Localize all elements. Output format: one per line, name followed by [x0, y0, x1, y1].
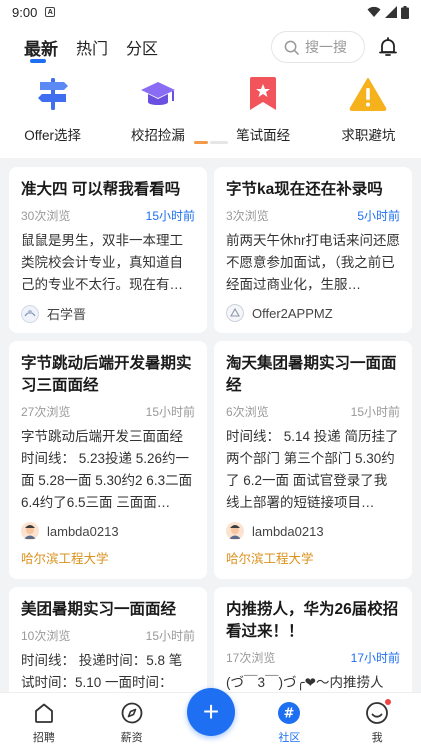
post-meta: 30次浏览 15小时前: [21, 207, 195, 224]
post-time: 15小时前: [145, 629, 195, 643]
tab-sections[interactable]: 分区: [126, 35, 158, 59]
post-card[interactable]: 美团暑期实习一面面经 10次浏览 15小时前 时间线： 投递时间：5.8 笔试时…: [9, 587, 207, 692]
avatar: [21, 522, 39, 540]
post-author[interactable]: 石学晋: [21, 304, 195, 323]
status-time: 9:00: [12, 4, 38, 20]
post-excerpt: 前两天午休hr打电话来问还愿不愿意参加面试，（我之前已经面过商业化，生服…: [226, 233, 400, 292]
post-views: 3次浏览: [226, 209, 269, 223]
search-placeholder: 搜一搜: [305, 39, 347, 55]
nav-label: 我: [371, 732, 383, 744]
post-author[interactable]: lambda0213: [21, 522, 195, 540]
category-label: 校招捡漏: [130, 128, 185, 143]
author-school: 哈尔滨工程大学: [226, 552, 314, 566]
post-title: 美团暑期实习一面面经: [21, 601, 177, 618]
post-excerpt: 字节跳动后端开发三面面经 时间线： 5.23投递 5.26约一面 5.28一面 …: [21, 429, 193, 510]
post-views: 17次浏览: [226, 651, 276, 665]
nav-label: 薪资: [120, 732, 143, 744]
search-icon: [284, 40, 299, 55]
author-school: 哈尔滨工程大学: [21, 552, 109, 566]
nav-label: 社区: [278, 732, 301, 744]
post-card[interactable]: 字节ka现在还在补录吗 3次浏览 5小时前 前两天午休hr打电话来问还愿不愿意参…: [214, 167, 412, 333]
category-page-indicator: [194, 141, 228, 144]
post-card[interactable]: 准大四 可以帮我看看吗 30次浏览 15小时前 鼠鼠是男生，双非一本理工类院校会…: [9, 167, 207, 333]
top-header: 最新 热门 分区 搜一搜: [0, 24, 421, 70]
post-views: 27次浏览: [21, 405, 71, 419]
avatar: [226, 304, 244, 322]
post-time: 17小时前: [350, 651, 400, 665]
tab-latest[interactable]: 最新: [24, 35, 58, 60]
author-name: 石学晋: [47, 307, 87, 322]
post-views: 6次浏览: [226, 405, 269, 419]
category-job-pitfalls[interactable]: 求职避坑: [316, 70, 421, 158]
status-bar: 9:00 A: [0, 0, 421, 24]
post-card[interactable]: 字节跳动后端开发暑期实习三面面经 27次浏览 15小时前 字节跳动后端开发三面面…: [9, 341, 207, 579]
post-time: 15小时前: [350, 405, 400, 419]
category-label: Offer选择: [24, 128, 81, 143]
author-name: Offer2APPMZ: [252, 305, 333, 321]
post-meta: 6次浏览 15小时前: [226, 403, 400, 420]
post-time: 15小时前: [145, 209, 195, 223]
svg-text:#: #: [284, 707, 295, 722]
nav-salary[interactable]: 薪资: [88, 693, 176, 748]
post-meta: 27次浏览 15小时前: [21, 403, 195, 420]
status-icons: [367, 5, 409, 19]
post-time: 5小时前: [357, 209, 400, 223]
author-name: lambda0213: [252, 523, 324, 539]
warning-icon: [348, 74, 388, 114]
community-hash-icon: #: [277, 701, 301, 725]
category-row: Offer选择 校招捡漏 笔试面经 求职避坑: [0, 70, 421, 158]
post-title: 字节ka现在还在补录吗: [226, 181, 383, 198]
category-label: 笔试面经: [236, 128, 291, 143]
post-excerpt: 时间线： 5.14 投递 简历挂了两个部门 第三个部门 5.30约了 6.2一面…: [226, 429, 399, 510]
post-card[interactable]: 淘天集团暑期实习一面面经 6次浏览 15小时前 时间线： 5.14 投递 简历挂…: [214, 341, 412, 579]
post-time: 15小时前: [145, 405, 195, 419]
unread-dot: [385, 699, 392, 705]
post-meta: 3次浏览 5小时前: [226, 207, 400, 224]
post-excerpt: 鼠鼠是男生，双非一本理工类院校会计专业，真知道自己的专业不太行。现在有…: [21, 233, 183, 292]
post-meta: 17次浏览 17小时前: [226, 649, 400, 666]
create-post-button[interactable]: +: [187, 688, 235, 736]
post-title: 淘天集团暑期实习一面面经: [226, 355, 397, 394]
post-feed: 准大四 可以帮我看看吗 30次浏览 15小时前 鼠鼠是男生，双非一本理工类院校会…: [0, 158, 421, 692]
category-offer-choice[interactable]: Offer选择: [0, 70, 105, 158]
post-views: 30次浏览: [21, 209, 71, 223]
home-icon: [33, 701, 55, 725]
post-excerpt: 时间线： 投递时间：5.8 笔试时间：5.10 一面时间：: [21, 653, 183, 690]
signal-icon: [385, 6, 397, 18]
category-campus-pickup[interactable]: 校招捡漏: [105, 70, 210, 158]
post-author[interactable]: Offer2APPMZ: [226, 304, 400, 322]
page-dot: [210, 141, 228, 144]
post-meta: 10次浏览 15小时前: [21, 627, 195, 644]
nav-community[interactable]: # 社区: [246, 693, 334, 748]
post-card[interactable]: 内推捞人，华为26届校招看过来！！ 17次浏览 17小时前 (づ￣3￣)づ╭❤～…: [214, 587, 412, 692]
tab-hot[interactable]: 热门: [76, 35, 108, 59]
post-excerpt: (づ￣3￣)づ╭❤～内推捞人: [226, 675, 384, 690]
category-written-interview[interactable]: 笔试面经: [211, 70, 316, 158]
nav-me[interactable]: 我: [333, 693, 421, 748]
author-name: lambda0213: [47, 523, 119, 539]
bell-icon: [379, 37, 397, 56]
post-title: 内推捞人，华为26届校招看过来！！: [226, 601, 399, 640]
signpost-icon: [33, 74, 73, 114]
app-notification-icon: A: [45, 7, 56, 17]
compass-icon: [121, 701, 143, 725]
avatar: [21, 304, 39, 323]
post-title: 字节跳动后端开发暑期实习三面面经: [21, 355, 192, 394]
category-label: 求职避坑: [341, 128, 396, 143]
search-box[interactable]: 搜一搜: [271, 31, 365, 63]
nav-recruit[interactable]: 招聘: [0, 693, 88, 748]
post-views: 10次浏览: [21, 629, 71, 643]
battery-icon: [401, 5, 409, 19]
nav-label: 招聘: [32, 732, 55, 744]
page-dot-active: [194, 141, 208, 144]
active-tab-indicator: [30, 59, 46, 63]
bookmark-star-icon: [243, 74, 283, 114]
avatar: [226, 522, 244, 540]
post-author[interactable]: lambda0213: [226, 522, 400, 540]
graduation-cap-icon: [138, 74, 178, 114]
wifi-icon: [367, 6, 381, 17]
notification-button[interactable]: [379, 37, 397, 57]
post-title: 准大四 可以帮我看看吗: [21, 181, 181, 198]
